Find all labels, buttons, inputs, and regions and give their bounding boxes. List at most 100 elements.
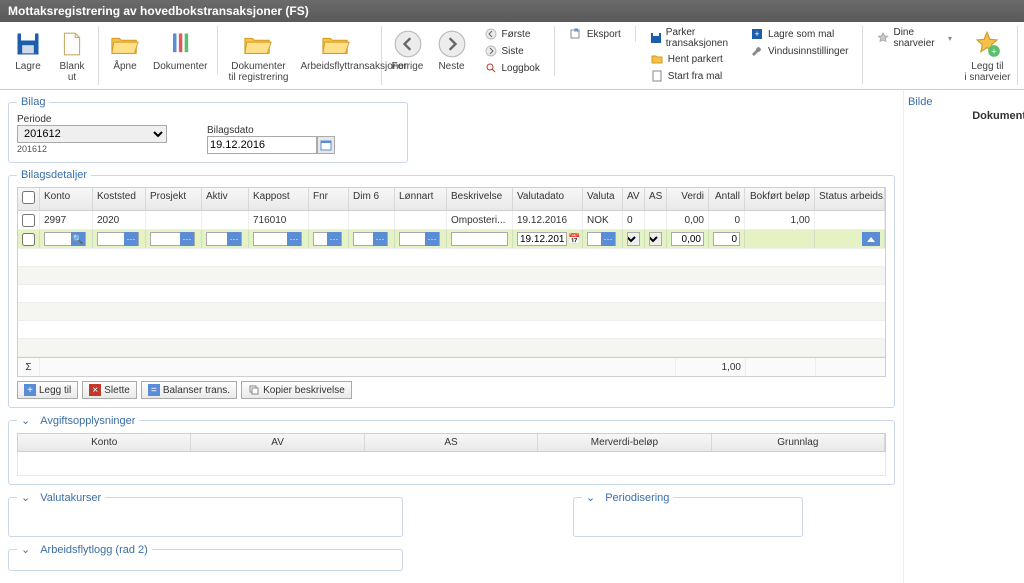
table-row (18, 249, 885, 267)
col-antall[interactable]: Antall (709, 188, 745, 210)
x-icon: × (89, 384, 101, 396)
valuta-section: ⌄Valutakurser (8, 491, 403, 537)
beskrivelse-input[interactable] (451, 232, 508, 246)
table-row-edit[interactable]: 🔍 ⋯ ⋯ ⋯ ⋯ ⋯ ⋯ ⋯ 📅 ⋯ (18, 230, 885, 249)
save-template-button[interactable]: +Lagre som mal (746, 26, 852, 42)
lookup-icon[interactable]: ⋯ (601, 232, 615, 246)
aktiv-picker[interactable]: ⋯ (206, 232, 242, 246)
col-status[interactable]: Status arbeids... (815, 188, 885, 210)
log-button[interactable]: Loggbok (480, 60, 544, 76)
col-bokfort[interactable]: Bokført beløp (745, 188, 815, 210)
lonnart-picker[interactable]: ⋯ (399, 232, 440, 246)
balance-button[interactable]: =Balanser trans. (141, 381, 237, 399)
col-valutadato[interactable]: Valutadato (513, 188, 583, 210)
periode-echo: 201612 (17, 144, 167, 154)
row-checkbox[interactable] (22, 214, 35, 227)
col-dim6[interactable]: Dim 6 (349, 188, 395, 210)
wrench-icon (750, 44, 764, 58)
col-konto[interactable]: Konto (40, 188, 93, 210)
col-koststed[interactable]: Koststed (93, 188, 146, 210)
koststed-picker[interactable]: ⋯ (97, 232, 139, 246)
last-button[interactable]: Siste (480, 43, 544, 59)
next-button[interactable]: Neste (430, 26, 474, 74)
documents-button[interactable]: Dokumenter (147, 26, 213, 74)
periode-select[interactable]: 201612 (17, 125, 167, 143)
col-verdi[interactable]: Verdi (667, 188, 709, 210)
collapse-toggle[interactable]: ⌄ (21, 415, 40, 427)
detaljer-section: Bilagsdetaljer Konto Koststed Prosjekt A… (8, 169, 895, 408)
row-checkbox[interactable] (22, 233, 35, 246)
save-plus-icon: + (750, 27, 764, 41)
header-checkbox[interactable] (18, 188, 40, 210)
antall-input[interactable] (713, 232, 740, 246)
sigma-label: Σ (18, 358, 40, 376)
vat-col-as: AS (365, 434, 538, 451)
lookup-icon[interactable]: ⋯ (425, 232, 439, 246)
konto-picker[interactable]: 🔍 (44, 232, 86, 246)
kappost-picker[interactable]: ⋯ (253, 232, 302, 246)
fnr-picker[interactable]: ⋯ (313, 232, 342, 246)
delete-row-button[interactable]: ×Slette (82, 381, 137, 399)
fetch-parked-button[interactable]: Hent parkert (646, 51, 734, 67)
expand-row-button[interactable] (862, 232, 880, 246)
bilagsdato-input[interactable] (207, 136, 317, 154)
vat-col-merverdi: Merverdi-beløp (538, 434, 711, 451)
copy-icon (248, 384, 260, 396)
table-row (18, 339, 885, 357)
dim6-picker[interactable]: ⋯ (353, 232, 388, 246)
workflow-button[interactable]: Arbeidsflyttransaksjoner (295, 26, 377, 74)
col-aktiv[interactable]: Aktiv (202, 188, 249, 210)
export-button[interactable]: Eksport (565, 26, 625, 42)
save-small-icon (650, 31, 662, 45)
valutadato-input[interactable] (517, 232, 567, 246)
dokument-tab[interactable]: Dokument (972, 110, 1024, 122)
window-settings-button[interactable]: Vindusinnstillinger (746, 43, 852, 59)
prosjekt-picker[interactable]: ⋯ (150, 232, 195, 246)
save-button[interactable]: Lagre (6, 26, 50, 74)
first-button[interactable]: Første (480, 26, 544, 42)
col-beskrivelse[interactable]: Beskrivelse (447, 188, 513, 210)
search-icon[interactable]: 🔍 (71, 232, 85, 246)
calendar-icon[interactable]: 📅 (568, 234, 580, 245)
collapse-toggle[interactable]: ⌄ (21, 544, 40, 556)
av-select[interactable] (627, 232, 640, 246)
valuta-picker[interactable]: ⋯ (587, 232, 616, 246)
as-select[interactable] (649, 232, 662, 246)
col-fnr[interactable]: Fnr (309, 188, 349, 210)
park-button[interactable]: Parker transaksjonen (646, 26, 734, 50)
star-plus-icon: + (971, 28, 1003, 60)
shortcuts-button[interactable]: Dine snarveier▾ (873, 26, 956, 50)
lookup-icon[interactable]: ⋯ (124, 232, 138, 246)
table-row (18, 267, 885, 285)
verdi-input[interactable] (671, 232, 704, 246)
open-button[interactable]: Åpne (103, 26, 147, 74)
lookup-icon[interactable]: ⋯ (373, 232, 387, 246)
col-as[interactable]: AS (645, 188, 667, 210)
lookup-icon[interactable]: ⋯ (327, 232, 341, 246)
col-av[interactable]: AV (623, 188, 645, 210)
calendar-button[interactable] (317, 136, 335, 154)
grid-footer: Σ 1,00 (18, 357, 885, 376)
lookup-icon[interactable]: ⋯ (287, 232, 301, 246)
details-grid: Konto Koststed Prosjekt Aktiv Kappost Fn… (17, 187, 886, 377)
add-row-button[interactable]: +Legg til (17, 381, 78, 399)
col-prosjekt[interactable]: Prosjekt (146, 188, 202, 210)
collapse-toggle[interactable]: ⌄ (586, 492, 605, 504)
col-kappost[interactable]: Kappost (249, 188, 309, 210)
prev-button[interactable]: Forrige (386, 26, 430, 74)
lookup-icon[interactable]: ⋯ (180, 232, 194, 246)
footer-bokfort: 1,00 (676, 358, 746, 376)
col-lonnart[interactable]: Lønnart (395, 188, 447, 210)
copy-desc-button[interactable]: Kopier beskrivelse (241, 381, 352, 399)
documents-register-button[interactable]: Dokumenter til registrering (222, 26, 294, 85)
folder-icon (320, 28, 352, 60)
collapse-toggle[interactable]: ⌄ (21, 492, 40, 504)
lookup-icon[interactable]: ⋯ (227, 232, 241, 246)
start-template-button[interactable]: Start fra mal (646, 68, 734, 84)
table-row[interactable]: 2997 2020 716010 Omposteri... 19.12.2016… (18, 211, 885, 230)
doc-small-icon (650, 69, 664, 83)
window-title: Mottaksregistrering av hovedbokstransaks… (0, 0, 1024, 22)
blank-button[interactable]: Blank ut (50, 26, 94, 85)
add-shortcut-button[interactable]: + Legg til i snarveier (962, 26, 1013, 85)
col-valuta[interactable]: Valuta (583, 188, 623, 210)
